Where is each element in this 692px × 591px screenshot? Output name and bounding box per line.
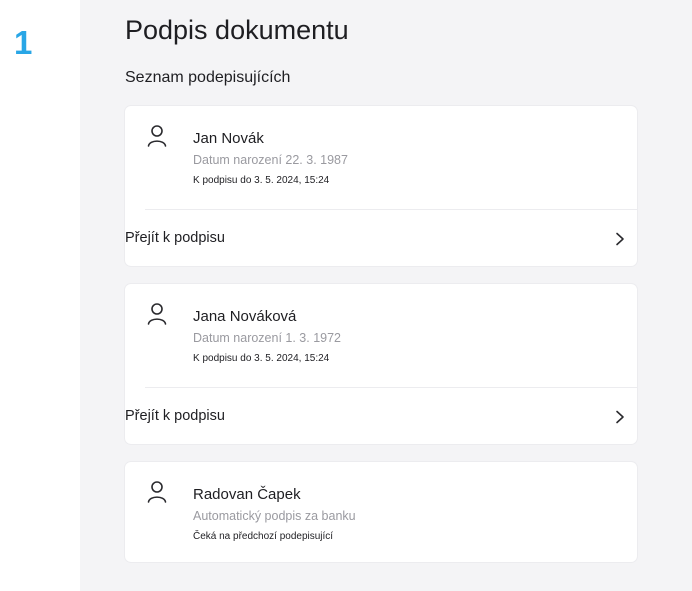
page-title: Podpis dokumentu: [125, 15, 349, 45]
person-icon: [147, 303, 167, 325]
signer-name: Radovan Čapek: [193, 486, 301, 503]
go-to-signing-label: Přejít k podpisu: [125, 230, 225, 246]
go-to-signing-button-1[interactable]: Přejít k podpisu: [125, 210, 637, 266]
signer-card-3: Radovan Čapek Automatický podpis za bank…: [125, 462, 637, 562]
chevron-right-icon: [616, 232, 624, 246]
signer-role: Automatický podpis za banku: [193, 509, 356, 523]
chevron-right-icon: [616, 410, 624, 424]
signer-name: Jan Novák: [193, 130, 264, 147]
signer-status: Čeká na předchozí podepisující: [193, 531, 334, 542]
step-number: 1: [14, 24, 33, 61]
go-to-signing-button-2[interactable]: Přejít k podpisu: [125, 388, 637, 444]
signer-deadline: K podpisu do 3. 5. 2024, 15:24: [193, 353, 330, 364]
go-to-signing-label: Přejít k podpisu: [125, 408, 225, 424]
signer-name: Jana Nováková: [193, 308, 297, 325]
section-title: Seznam podepisujících: [125, 69, 291, 86]
signer-birth-date: Datum narození 1. 3. 1972: [193, 331, 342, 345]
signer-card-2: Jana Nováková Datum narození 1. 3. 1972 …: [125, 284, 637, 444]
signer-birth-date: Datum narození 22. 3. 1987: [193, 153, 348, 167]
person-icon: [147, 481, 167, 503]
signer-card-1: Jan Novák Datum narození 22. 3. 1987 K p…: [125, 106, 637, 266]
signer-deadline: K podpisu do 3. 5. 2024, 15:24: [193, 175, 330, 186]
person-icon: [147, 125, 167, 147]
